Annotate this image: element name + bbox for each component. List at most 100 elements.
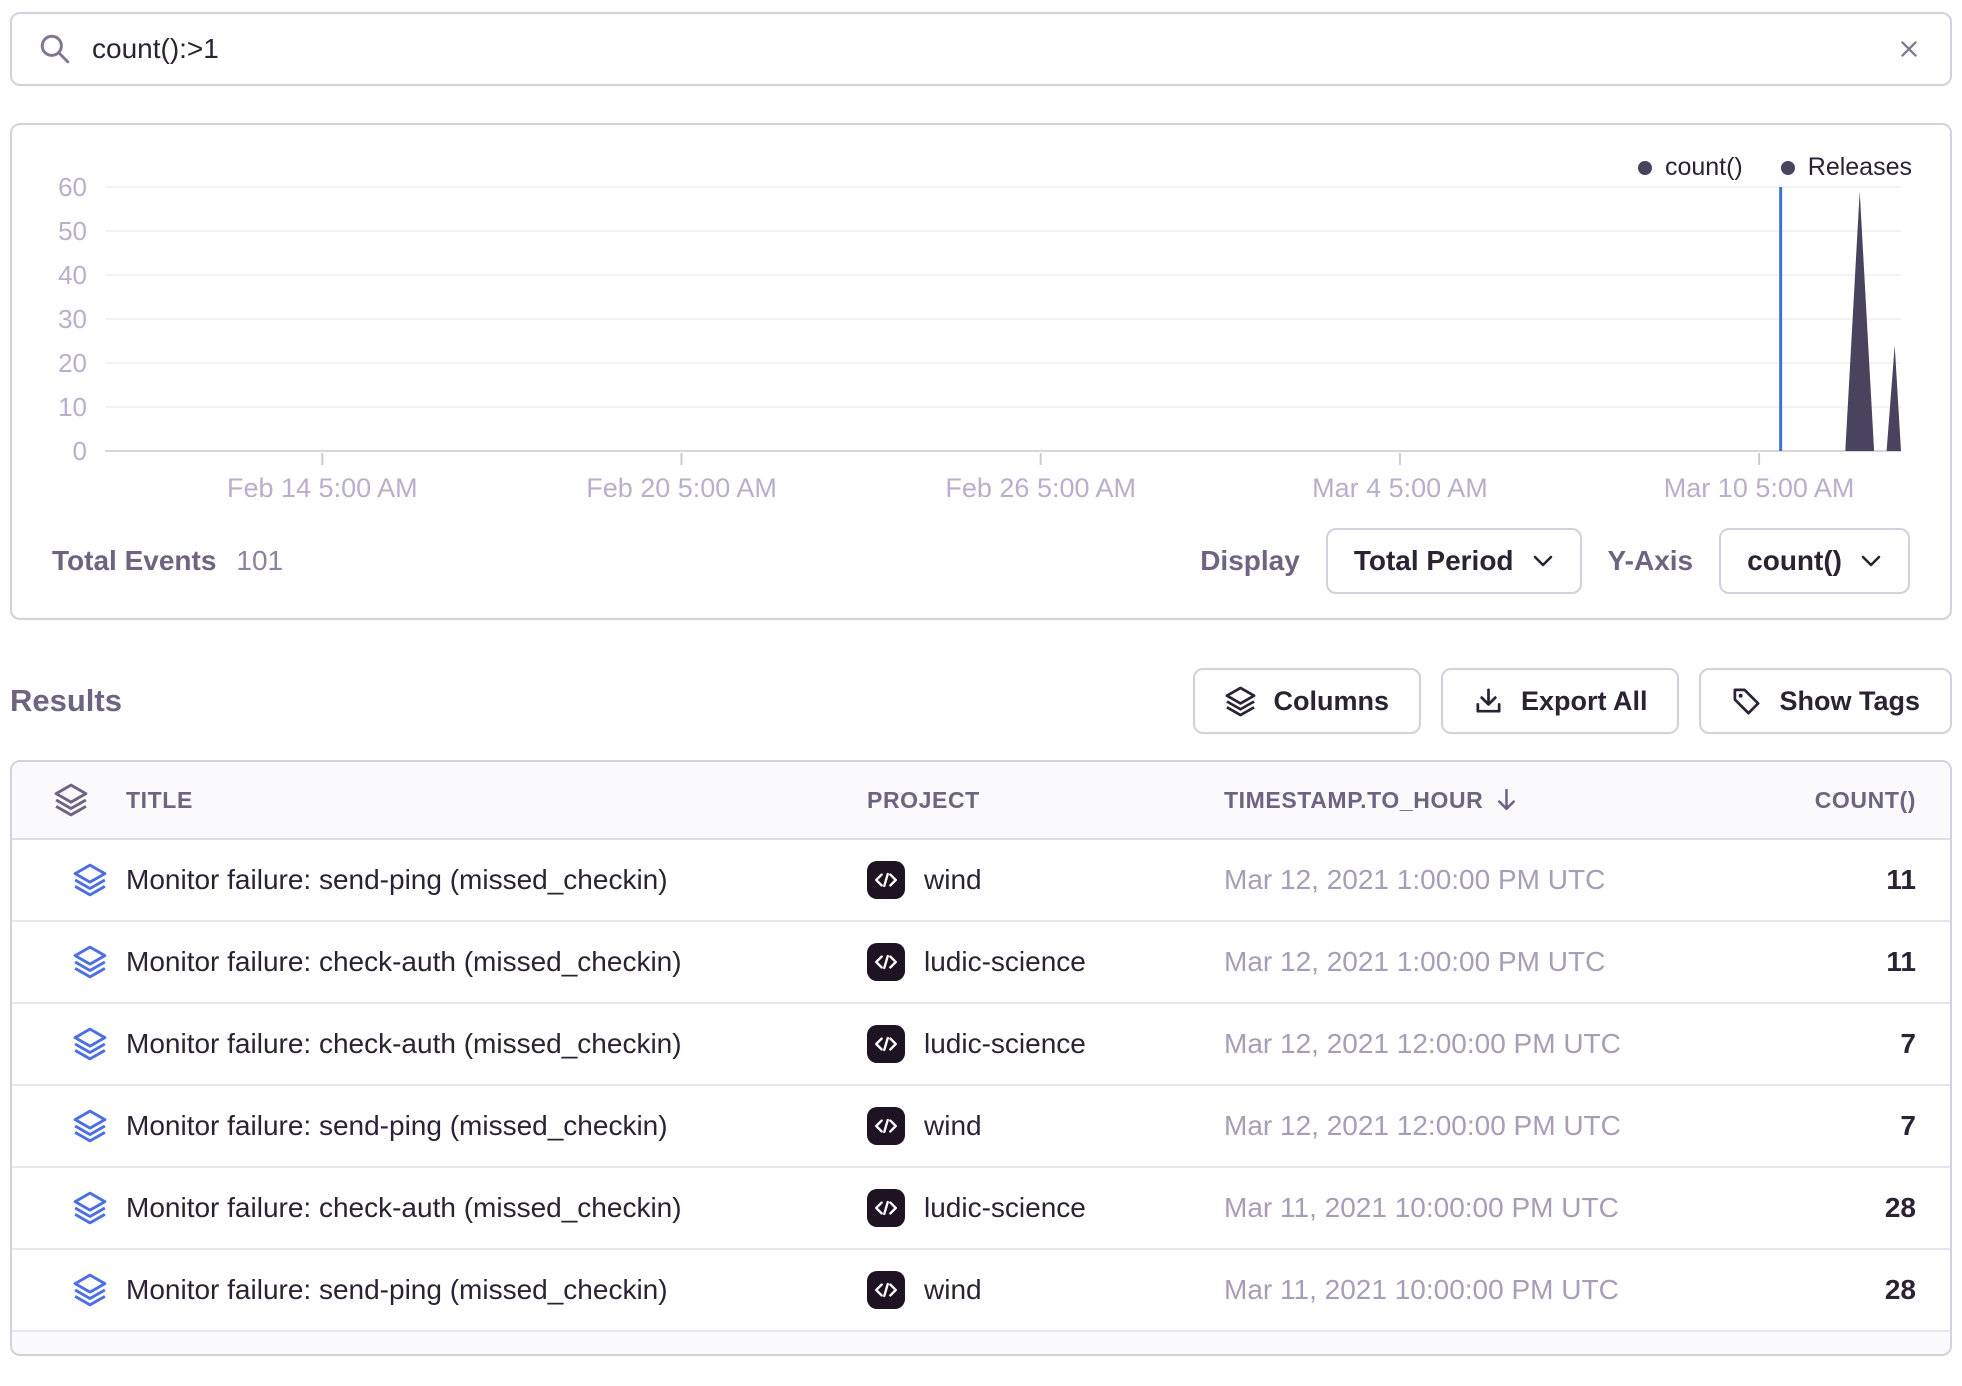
export-all-button-label: Export All xyxy=(1521,686,1648,717)
row-project: wind xyxy=(867,1271,1224,1309)
row-count: 7 xyxy=(1720,1110,1950,1142)
row-project: ludic-science xyxy=(867,943,1224,981)
svg-text:Feb 26 5:00 AM: Feb 26 5:00 AM xyxy=(945,473,1136,503)
svg-text:Feb 20 5:00 AM: Feb 20 5:00 AM xyxy=(586,473,777,503)
project-platform-icon xyxy=(867,861,905,899)
row-project: ludic-science xyxy=(867,1025,1224,1063)
row-timestamp: Mar 12, 2021 1:00:00 PM UTC xyxy=(1224,946,1720,978)
legend-label: count() xyxy=(1665,153,1743,182)
row-title: Monitor failure: send-ping (missed_check… xyxy=(126,1274,867,1306)
results-table-header: TITLE PROJECT TIMESTAMP.TO_HOUR COUNT() xyxy=(12,762,1950,840)
svg-text:50: 50 xyxy=(58,216,87,246)
project-name: wind xyxy=(924,1274,982,1306)
row-title: Monitor failure: check-auth (missed_chec… xyxy=(126,1192,867,1224)
show-tags-button-label: Show Tags xyxy=(1779,686,1920,717)
total-events-label: Total Events xyxy=(52,545,216,577)
table-row[interactable]: Monitor failure: send-ping (missed_check… xyxy=(12,840,1950,922)
row-timestamp: Mar 12, 2021 12:00:00 PM UTC xyxy=(1224,1028,1720,1060)
project-name: ludic-science xyxy=(924,1028,1086,1060)
stack-events-icon[interactable] xyxy=(12,1027,126,1061)
project-name: ludic-science xyxy=(924,946,1086,978)
close-icon[interactable] xyxy=(1894,34,1924,64)
svg-text:Feb 14 5:00 AM: Feb 14 5:00 AM xyxy=(227,473,418,503)
row-timestamp: Mar 12, 2021 12:00:00 PM UTC xyxy=(1224,1110,1720,1142)
events-chart-panel: count() Releases 0 10 20 30 40 50 60 Feb 14 5:0… xyxy=(10,123,1952,620)
row-timestamp: Mar 11, 2021 10:00:00 PM UTC xyxy=(1224,1274,1720,1306)
svg-text:60: 60 xyxy=(58,172,87,202)
legend-dot-releases xyxy=(1781,161,1795,175)
yaxis-dropdown-value: count() xyxy=(1747,545,1842,577)
total-events-value: 101 xyxy=(236,545,283,577)
search-icon xyxy=(38,32,72,66)
row-title: Monitor failure: check-auth (missed_chec… xyxy=(126,946,867,978)
chart-footer: Total Events 101 Display Total Period Y-… xyxy=(52,528,1910,594)
legend-label: Releases xyxy=(1808,153,1912,182)
project-name: wind xyxy=(924,864,982,896)
layers-icon xyxy=(54,783,88,817)
row-count: 28 xyxy=(1720,1274,1950,1306)
svg-text:Mar 10 5:00 AM: Mar 10 5:00 AM xyxy=(1664,473,1855,503)
table-row[interactable]: Monitor failure: check-auth (missed_chec… xyxy=(12,1004,1950,1086)
project-platform-icon xyxy=(867,1271,905,1309)
svg-text:40: 40 xyxy=(58,260,87,290)
column-header-stack[interactable] xyxy=(12,783,126,817)
project-platform-icon xyxy=(867,1025,905,1063)
chart-legend: count() Releases xyxy=(1638,153,1912,182)
display-label: Display xyxy=(1200,545,1300,577)
table-row[interactable]: Monitor failure: send-ping (missed_check… xyxy=(12,1250,1950,1332)
table-row[interactable]: Monitor failure: check-auth (missed_chec… xyxy=(12,922,1950,1004)
column-header-title[interactable]: TITLE xyxy=(126,787,867,814)
row-timestamp: Mar 11, 2021 10:00:00 PM UTC xyxy=(1224,1192,1720,1224)
column-header-project[interactable]: PROJECT xyxy=(867,787,1224,814)
row-project: ludic-science xyxy=(867,1189,1224,1227)
project-name: wind xyxy=(924,1110,982,1142)
tag-icon xyxy=(1731,686,1762,717)
stack-events-icon[interactable] xyxy=(12,863,126,897)
results-title: Results xyxy=(10,683,122,719)
stack-events-icon[interactable] xyxy=(12,945,126,979)
project-platform-icon xyxy=(867,1107,905,1145)
results-table-body: Monitor failure: send-ping (missed_check… xyxy=(12,840,1950,1332)
legend-item-count[interactable]: count() xyxy=(1638,153,1743,182)
events-chart-svg: 0 10 20 30 40 50 60 Feb 14 5:00 AM Feb 20 5:00 A… xyxy=(20,149,1930,509)
svg-text:30: 30 xyxy=(58,304,87,334)
legend-item-releases[interactable]: Releases xyxy=(1781,153,1912,182)
show-tags-button[interactable]: Show Tags xyxy=(1699,668,1952,734)
display-dropdown[interactable]: Total Period xyxy=(1326,528,1582,594)
search-input[interactable] xyxy=(92,33,1874,65)
svg-text:10: 10 xyxy=(58,392,87,422)
columns-button[interactable]: Columns xyxy=(1193,668,1421,734)
svg-text:20: 20 xyxy=(58,348,87,378)
results-header: Results Columns Export All xyxy=(10,668,1952,734)
results-table-footer xyxy=(12,1332,1950,1354)
chevron-down-icon xyxy=(1860,554,1882,568)
row-project: wind xyxy=(867,1107,1224,1145)
project-platform-icon xyxy=(867,943,905,981)
yaxis-dropdown[interactable]: count() xyxy=(1719,528,1910,594)
legend-dot-count xyxy=(1638,161,1652,175)
download-icon xyxy=(1473,686,1504,717)
svg-text:0: 0 xyxy=(73,436,87,466)
display-dropdown-value: Total Period xyxy=(1354,545,1514,577)
row-count: 28 xyxy=(1720,1192,1950,1224)
svg-text:Mar 4 5:00 AM: Mar 4 5:00 AM xyxy=(1312,473,1488,503)
project-name: ludic-science xyxy=(924,1192,1086,1224)
columns-button-label: Columns xyxy=(1273,686,1389,717)
stack-events-icon[interactable] xyxy=(12,1191,126,1225)
stack-events-icon[interactable] xyxy=(12,1273,126,1307)
table-row[interactable]: Monitor failure: send-ping (missed_check… xyxy=(12,1086,1950,1168)
sort-desc-icon xyxy=(1493,787,1520,814)
total-events: Total Events 101 xyxy=(52,545,283,577)
search-bar xyxy=(10,12,1952,86)
row-title: Monitor failure: send-ping (missed_check… xyxy=(126,1110,867,1142)
export-all-button[interactable]: Export All xyxy=(1441,668,1680,734)
row-count: 11 xyxy=(1720,946,1950,978)
stack-events-icon[interactable] xyxy=(12,1109,126,1143)
row-title: Monitor failure: check-auth (missed_chec… xyxy=(126,1028,867,1060)
table-row[interactable]: Monitor failure: check-auth (missed_chec… xyxy=(12,1168,1950,1250)
yaxis-label: Y-Axis xyxy=(1608,545,1694,577)
row-project: wind xyxy=(867,861,1224,899)
row-title: Monitor failure: send-ping (missed_check… xyxy=(126,864,867,896)
column-header-timestamp[interactable]: TIMESTAMP.TO_HOUR xyxy=(1224,787,1720,814)
column-header-count[interactable]: COUNT() xyxy=(1720,787,1950,814)
